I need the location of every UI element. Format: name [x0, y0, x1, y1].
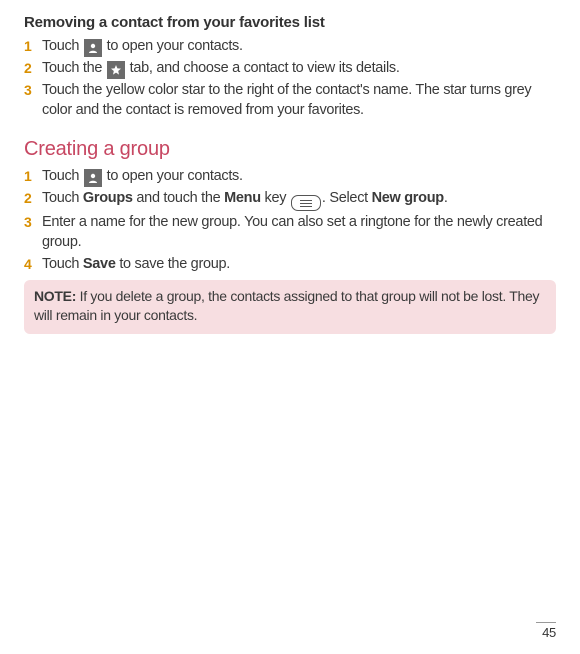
steps-list-1: 1 Touch to open your contacts. 2 Touch t…: [24, 37, 556, 120]
step-item: 4 Touch Save to save the group.: [24, 255, 556, 275]
step-text: Touch to open your contacts.: [42, 167, 556, 187]
heading-creating-group: Creating a group: [24, 138, 556, 161]
step-text: Touch Save to save the group.: [42, 255, 556, 275]
step-text: Touch to open your contacts.: [42, 37, 556, 57]
step-text: Enter a name for the new group. You can …: [42, 213, 556, 252]
step-text: Touch the tab, and choose a contact to v…: [42, 59, 556, 79]
text-fragment: key: [261, 190, 290, 206]
text-bold: Menu: [224, 190, 261, 206]
text-fragment: .: [444, 190, 448, 206]
text-bold: Groups: [83, 190, 133, 206]
text-bold: Save: [83, 256, 116, 272]
manual-page: Removing a contact from your favorites l…: [0, 0, 580, 334]
text-fragment: Touch the: [42, 60, 106, 76]
page-number: 45: [536, 622, 556, 640]
step-item: 1 Touch to open your contacts.: [24, 167, 556, 187]
step-item: 2 Touch Groups and touch the Menu key . …: [24, 189, 556, 211]
subheading-removing-favorite: Removing a contact from your favorites l…: [24, 14, 556, 31]
step-number: 1: [24, 37, 42, 56]
step-number: 4: [24, 255, 42, 274]
text-fragment: Touch: [42, 256, 83, 272]
step-number: 2: [24, 189, 42, 208]
step-item: 2 Touch the tab, and choose a contact to…: [24, 59, 556, 79]
text-fragment: to open your contacts.: [107, 168, 243, 184]
text-fragment: Touch: [42, 38, 83, 54]
step-number: 3: [24, 213, 42, 232]
text-fragment: tab, and choose a contact to view its de…: [130, 60, 400, 76]
step-item: 1 Touch to open your contacts.: [24, 37, 556, 57]
step-number: 2: [24, 59, 42, 78]
step-text: Touch the yellow color star to the right…: [42, 81, 556, 120]
step-number: 3: [24, 81, 42, 100]
contacts-icon: [84, 39, 102, 57]
text-fragment: to open your contacts.: [107, 38, 243, 54]
note-box: NOTE: If you delete a group, the contact…: [24, 280, 556, 334]
steps-list-2: 1 Touch to open your contacts. 2 Touch G…: [24, 167, 556, 274]
star-icon: [107, 61, 125, 79]
note-text: If you delete a group, the contacts assi…: [34, 288, 539, 323]
text-fragment: Touch: [42, 168, 83, 184]
text-fragment: to save the group.: [116, 256, 230, 272]
menu-key-icon: [291, 195, 321, 211]
text-bold: New group: [372, 190, 444, 206]
step-text: Touch Groups and touch the Menu key . Se…: [42, 189, 556, 211]
contacts-icon: [84, 169, 102, 187]
step-item: 3 Enter a name for the new group. You ca…: [24, 213, 556, 252]
text-fragment: and touch the: [133, 190, 224, 206]
text-fragment: Touch: [42, 190, 83, 206]
note-label: NOTE:: [34, 288, 76, 304]
text-fragment: . Select: [322, 190, 372, 206]
step-item: 3 Touch the yellow color star to the rig…: [24, 81, 556, 120]
step-number: 1: [24, 167, 42, 186]
